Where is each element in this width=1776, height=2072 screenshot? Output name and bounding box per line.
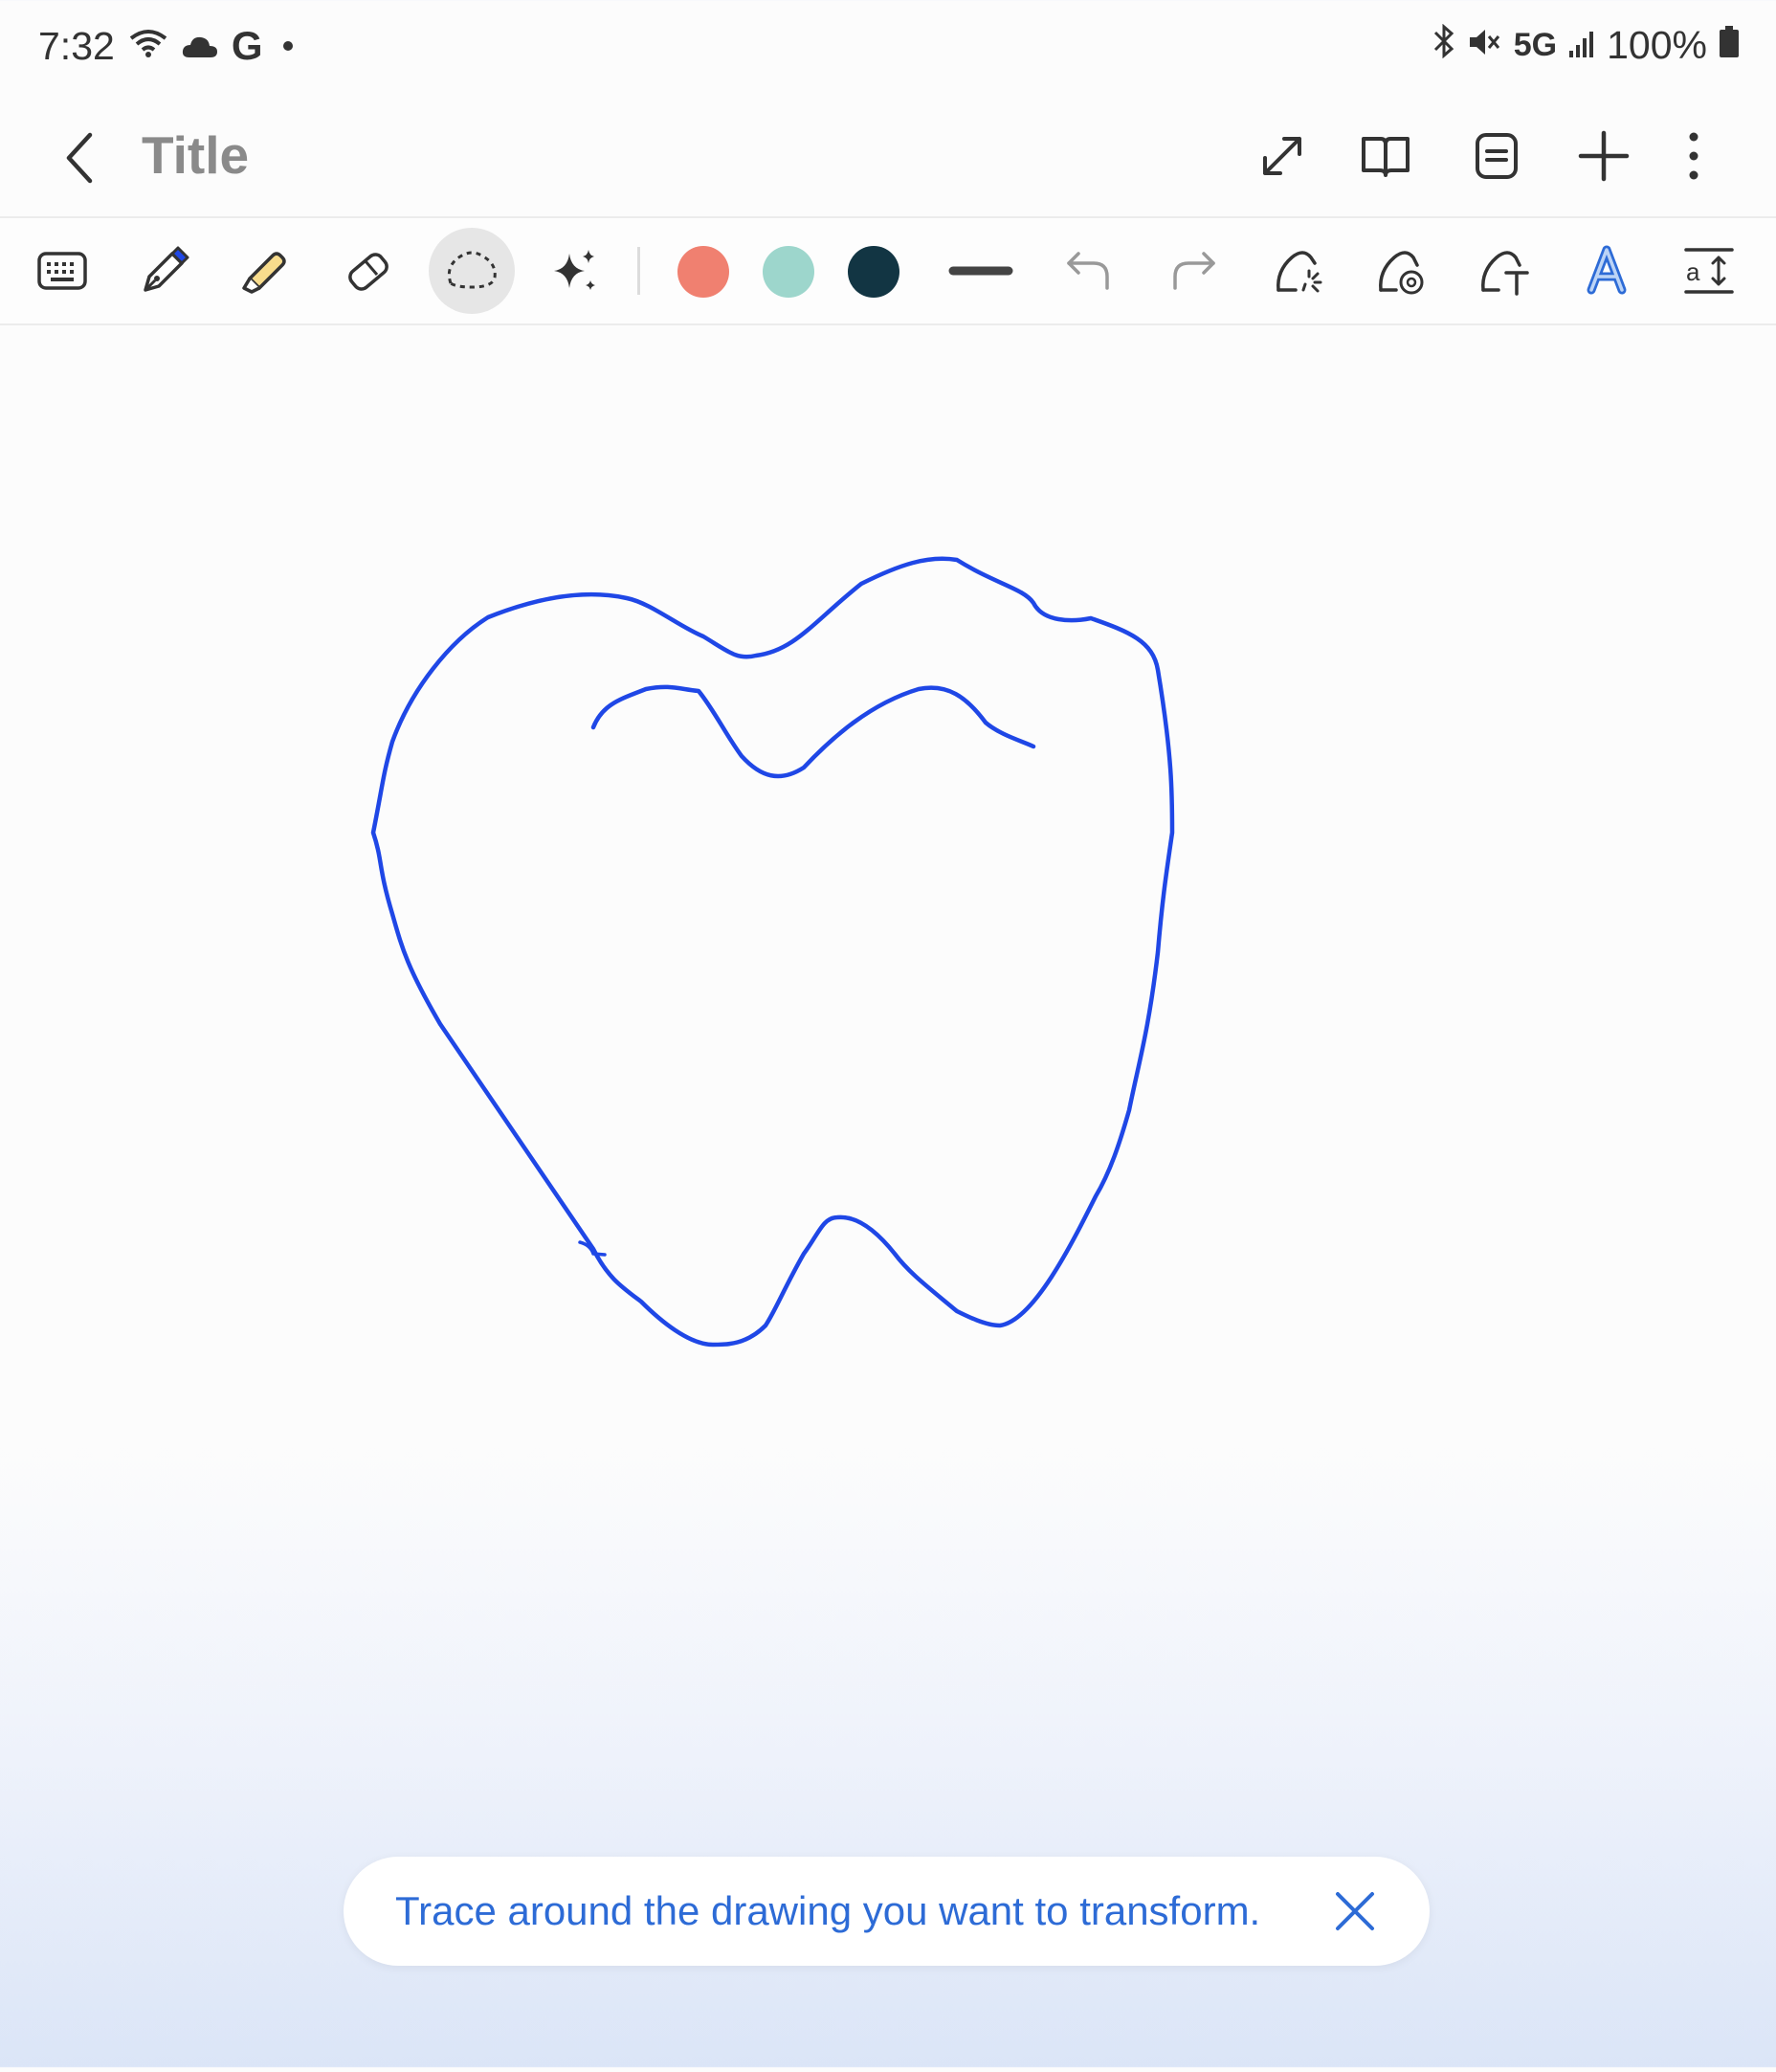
more-icon bbox=[1689, 132, 1698, 180]
bluetooth-icon bbox=[1432, 23, 1456, 68]
tooth-drawing bbox=[370, 556, 1175, 1348]
battery-text: 100% bbox=[1607, 23, 1707, 67]
tooth-outline-stroke bbox=[370, 556, 1175, 1348]
color-swatch-navy[interactable] bbox=[848, 246, 899, 298]
keyboard-icon bbox=[37, 252, 87, 290]
sketch-to-image-icon bbox=[1379, 251, 1424, 295]
text-size-icon: a bbox=[1684, 248, 1734, 294]
page-view-icon bbox=[1476, 133, 1518, 179]
toast-close-button[interactable] bbox=[1326, 1883, 1384, 1940]
status-bar: 7:32 G 5G 100% bbox=[0, 0, 1776, 100]
text-size-tool[interactable]: a bbox=[1666, 228, 1752, 314]
expand-button[interactable] bbox=[1244, 118, 1321, 194]
drawing-assist-tool[interactable] bbox=[1256, 228, 1343, 314]
close-icon bbox=[1336, 1892, 1374, 1930]
more-options-button[interactable] bbox=[1655, 118, 1732, 194]
svg-text:a: a bbox=[1686, 257, 1700, 286]
eraser-icon bbox=[348, 253, 388, 291]
stroke-width-icon bbox=[948, 266, 1013, 276]
add-icon bbox=[1578, 130, 1630, 182]
toast-message: Trace around the drawing you want to tra… bbox=[395, 1888, 1261, 1933]
chevron-left-icon bbox=[66, 132, 93, 184]
notification-dot-icon bbox=[283, 41, 294, 51]
status-right: 5G 100% bbox=[1432, 23, 1740, 68]
sketch-to-image-tool[interactable] bbox=[1359, 228, 1445, 314]
redo-button[interactable] bbox=[1151, 228, 1237, 314]
text-transform-tool[interactable] bbox=[1461, 228, 1547, 314]
page-view-button[interactable] bbox=[1458, 118, 1535, 194]
sparkle-icon bbox=[554, 250, 595, 290]
keyboard-tool[interactable] bbox=[19, 228, 105, 314]
signal-icon bbox=[1568, 23, 1595, 68]
undo-icon bbox=[1067, 252, 1109, 290]
undo-button[interactable] bbox=[1045, 228, 1131, 314]
color-swatch-coral[interactable] bbox=[677, 246, 729, 298]
status-time: 7:32 bbox=[38, 23, 115, 68]
pen-icon bbox=[144, 246, 189, 292]
drawing-toolbar: a bbox=[0, 216, 1776, 325]
book-view-button[interactable] bbox=[1347, 118, 1424, 194]
tooth-inner-curve-stroke bbox=[590, 684, 1036, 779]
instruction-toast: Trace around the drawing you want to tra… bbox=[344, 1857, 1430, 1966]
lasso-icon bbox=[447, 251, 497, 289]
mute-icon bbox=[1468, 23, 1502, 68]
style-text-icon bbox=[1587, 245, 1627, 295]
style-text-tool[interactable] bbox=[1564, 228, 1650, 314]
battery-icon bbox=[1719, 23, 1740, 68]
drawing-canvas[interactable] bbox=[0, 325, 1776, 2067]
text-transform-icon bbox=[1481, 251, 1529, 296]
ai-assist-tool[interactable] bbox=[532, 228, 618, 314]
drawing-assist-icon bbox=[1276, 251, 1322, 293]
network-type: 5G bbox=[1513, 27, 1558, 63]
google-icon: G bbox=[231, 23, 263, 68]
page-title[interactable]: Title bbox=[142, 122, 249, 189]
highlighter-icon bbox=[242, 252, 286, 294]
book-view-icon bbox=[1362, 137, 1410, 177]
redo-icon bbox=[1173, 252, 1215, 290]
eraser-tool[interactable] bbox=[325, 228, 411, 314]
lasso-selection-tool[interactable] bbox=[429, 228, 515, 314]
add-page-button[interactable] bbox=[1565, 118, 1642, 194]
wifi-icon bbox=[128, 24, 168, 69]
color-swatch-mint[interactable] bbox=[763, 246, 814, 298]
highlighter-tool[interactable] bbox=[224, 228, 310, 314]
status-left: 7:32 G bbox=[38, 23, 294, 69]
cloud-icon bbox=[182, 24, 218, 69]
toolbar-divider bbox=[637, 247, 640, 295]
expand-icon bbox=[1263, 137, 1301, 175]
app-header: Title bbox=[0, 100, 1776, 215]
back-button[interactable] bbox=[48, 120, 124, 196]
pen-tool[interactable] bbox=[122, 228, 208, 314]
stroke-width-tool[interactable] bbox=[938, 228, 1024, 314]
